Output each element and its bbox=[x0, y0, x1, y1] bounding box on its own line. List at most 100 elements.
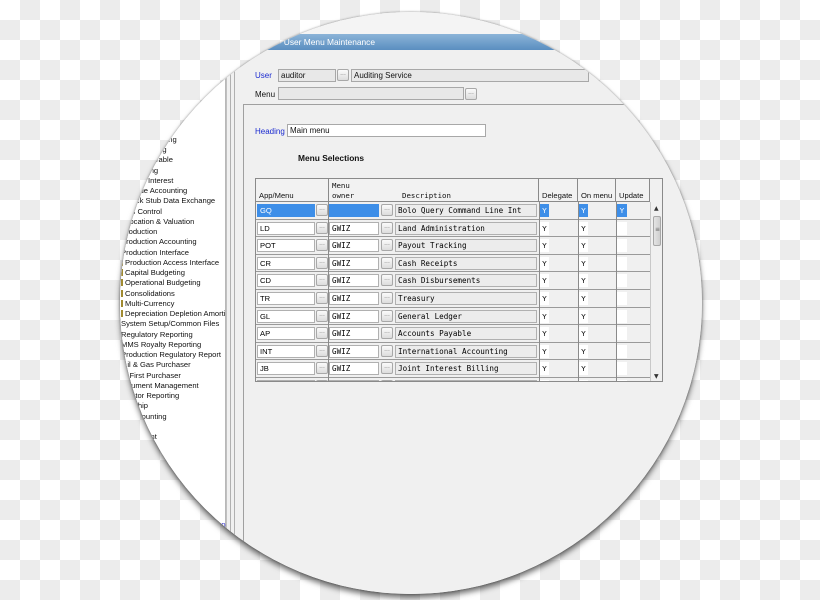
menu-owner-field[interactable]: GWIZ bbox=[329, 309, 379, 323]
app-menu-field[interactable]: GQ bbox=[257, 204, 315, 217]
app-menu-field[interactable]: INT bbox=[257, 344, 315, 358]
update-field[interactable] bbox=[617, 239, 627, 253]
heading-field[interactable]: Main menu bbox=[287, 124, 486, 137]
update-field[interactable] bbox=[617, 274, 627, 288]
tree-item[interactable]: Capital Budgeting bbox=[121, 268, 185, 278]
tree-item[interactable]: MMS Royalty Reporting bbox=[121, 340, 201, 350]
delegate-field[interactable]: Y bbox=[540, 256, 549, 270]
update-field[interactable] bbox=[617, 327, 627, 341]
splitter-handle[interactable] bbox=[226, 34, 240, 594]
owner-lookup-button[interactable]: ... bbox=[381, 221, 393, 234]
owner-lookup-button[interactable]: ... bbox=[381, 344, 393, 357]
delegate-field[interactable]: Y bbox=[540, 274, 549, 288]
tree-item[interactable]: ... Accounting bbox=[121, 412, 167, 422]
tree-item[interactable]: ...agement bbox=[121, 432, 157, 442]
menu-owner-field[interactable]: GWIZ bbox=[329, 256, 379, 270]
tree-item[interactable]: ... Tracking bbox=[121, 166, 158, 176]
menu-field[interactable] bbox=[278, 87, 464, 100]
tree-item[interactable]: ...ion of Interest bbox=[121, 176, 173, 186]
menu-owner-field[interactable]: GWIZ bbox=[329, 292, 379, 305]
owner-lookup-button[interactable]: ... bbox=[381, 204, 393, 216]
app-lookup-button[interactable]: ... bbox=[316, 292, 328, 304]
tree-item[interactable]: Production Interface bbox=[121, 248, 189, 258]
menu-owner-field[interactable]: GWIZ bbox=[329, 274, 379, 288]
user-id-field[interactable]: auditor bbox=[278, 69, 336, 82]
grid-row[interactable]: CD... GWIZ... Cash Disbursements Y Y bbox=[256, 272, 650, 290]
delegate-field[interactable]: Y bbox=[540, 239, 549, 253]
owner-lookup-button[interactable]: ... bbox=[381, 256, 393, 269]
on-menu-field[interactable]: Y bbox=[579, 309, 588, 323]
delegate-field[interactable]: Y bbox=[540, 309, 549, 323]
tree-item[interactable]: ...cument Management bbox=[121, 381, 199, 391]
delegate-field[interactable]: Y bbox=[540, 292, 549, 305]
tree-item[interactable]: Production Access Interface bbox=[121, 258, 219, 268]
on-menu-field[interactable]: Y bbox=[579, 380, 588, 381]
tree-item[interactable]: Regulatory Reporting bbox=[121, 330, 193, 340]
update-field[interactable] bbox=[617, 344, 627, 358]
grid-row[interactable]: CR... GWIZ... Cash Receipts Y Y bbox=[256, 255, 650, 273]
tree-item[interactable]: ...yable bbox=[121, 125, 145, 135]
tree-item[interactable]: ...ership bbox=[121, 401, 148, 411]
tree-item[interactable]: Production Regulatory Report bbox=[121, 350, 221, 360]
owner-lookup-button[interactable]: ... bbox=[381, 362, 393, 375]
tree-item[interactable]: ...estor Reporting bbox=[121, 391, 179, 401]
column-header-app-menu[interactable]: App/Menu bbox=[256, 179, 329, 202]
grid-row[interactable]: GQ...... Bolo Query Command Line Int Y Y Y bbox=[256, 202, 650, 220]
tree-item[interactable]: ...er bbox=[121, 114, 134, 124]
owner-lookup-button[interactable]: ... bbox=[381, 292, 393, 304]
owner-lookup-button[interactable]: ... bbox=[381, 327, 393, 340]
update-field[interactable] bbox=[617, 309, 627, 323]
column-header-delegate[interactable]: Delegate bbox=[539, 179, 578, 202]
tree-item[interactable]: Production bbox=[121, 227, 157, 237]
tree-item[interactable]: Depreciation Depletion Amorti... bbox=[121, 309, 232, 319]
tree-item[interactable]: ...istrator bbox=[121, 453, 151, 463]
app-lookup-button[interactable]: ... bbox=[316, 362, 328, 375]
on-menu-field[interactable]: Y bbox=[579, 204, 588, 217]
scroll-up-arrow-icon[interactable]: ▲ bbox=[654, 205, 659, 212]
app-lookup-button[interactable]: ... bbox=[316, 309, 328, 322]
delegate-field[interactable]: Y bbox=[540, 344, 549, 358]
on-menu-field[interactable]: Y bbox=[579, 362, 588, 376]
app-menu-field[interactable]: CR bbox=[257, 256, 315, 270]
app-lookup-button[interactable]: ... bbox=[316, 327, 328, 340]
column-header-menu-owner[interactable]: Menu owner Description bbox=[329, 179, 539, 202]
tree-item[interactable]: Multi-Currency bbox=[121, 299, 174, 309]
grid-row[interactable]: GL... GWIZ... General Ledger Y Y bbox=[256, 308, 650, 326]
app-lookup-button[interactable]: ... bbox=[316, 274, 328, 287]
on-menu-field[interactable]: Y bbox=[579, 327, 588, 341]
app-menu-field[interactable]: JB bbox=[257, 362, 315, 376]
tree-item[interactable]: Operational Budgeting bbox=[121, 278, 201, 288]
tree-item[interactable]: System Setup/Common Files bbox=[121, 319, 219, 329]
tree-item[interactable]: Production Accounting bbox=[121, 237, 197, 247]
app-lookup-button[interactable]: ... bbox=[316, 239, 328, 252]
menu-owner-field[interactable]: GWIZ bbox=[329, 344, 379, 358]
app-lookup-button[interactable]: ... bbox=[316, 380, 328, 381]
column-header-update[interactable]: Update bbox=[616, 179, 650, 202]
owner-lookup-button[interactable]: ... bbox=[381, 380, 393, 381]
delegate-field[interactable]: Y bbox=[540, 327, 549, 341]
grid-vertical-scrollbar[interactable]: ▲ ≡ ▼ bbox=[650, 202, 662, 381]
app-menu-field[interactable]: POT bbox=[257, 239, 315, 253]
owner-lookup-button[interactable]: ... bbox=[381, 239, 393, 252]
owner-lookup-button[interactable]: ... bbox=[381, 274, 393, 287]
app-menu-field[interactable]: TR bbox=[257, 292, 315, 305]
tree-item[interactable]: ...e Logging bbox=[121, 463, 161, 473]
update-field[interactable] bbox=[617, 380, 627, 381]
tree-item[interactable]: Consolidations bbox=[121, 289, 175, 299]
tree-item[interactable]: ...venue Accounting bbox=[121, 186, 187, 196]
on-menu-field[interactable]: Y bbox=[579, 221, 588, 235]
update-field[interactable] bbox=[617, 256, 627, 270]
user-lookup-button[interactable]: ... bbox=[337, 69, 349, 81]
tree-item[interactable]: ... First Purchaser bbox=[121, 371, 181, 381]
menu-owner-field[interactable] bbox=[329, 204, 379, 217]
menu-owner-field[interactable]: GWIZ bbox=[329, 239, 379, 253]
delegate-field[interactable]: Y bbox=[540, 380, 549, 381]
grid-row[interactable]: JB... GWIZ... Joint Interest Billing Y Y bbox=[256, 360, 650, 378]
tree-item[interactable]: Allocation & Valuation bbox=[121, 217, 194, 227]
on-menu-field[interactable]: Y bbox=[579, 239, 588, 253]
grid-row[interactable]: TR... GWIZ... Treasury Y Y bbox=[256, 290, 650, 308]
menu-owner-field[interactable]: GWIZ bbox=[329, 362, 379, 376]
menu-owner-field[interactable]: GWIZ bbox=[329, 380, 379, 381]
tree-item[interactable]: ...il & Gas Purchaser bbox=[121, 360, 191, 370]
menu-owner-field[interactable]: GWIZ bbox=[329, 327, 379, 341]
